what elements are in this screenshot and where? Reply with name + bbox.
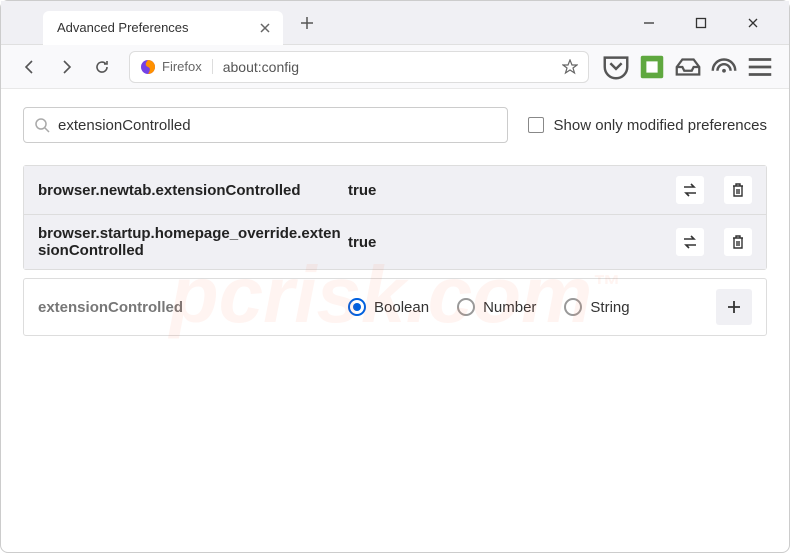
new-tab-button[interactable] — [293, 9, 321, 37]
preference-row: browser.newtab.extensionControlled true — [24, 166, 766, 214]
window-controls — [627, 9, 789, 37]
delete-button[interactable] — [724, 228, 752, 256]
radio-label: Boolean — [374, 299, 429, 316]
radio-boolean[interactable]: Boolean — [348, 298, 429, 316]
vpn-icon[interactable] — [709, 52, 739, 82]
page-content: Show only modified preferences browser.n… — [1, 89, 789, 354]
preference-row: browser.startup.homepage_override.extens… — [24, 214, 766, 269]
search-row: Show only modified preferences — [23, 107, 767, 143]
search-box[interactable] — [23, 107, 508, 143]
inbox-icon[interactable] — [673, 52, 703, 82]
firefox-icon — [140, 59, 156, 75]
toggle-button[interactable] — [676, 176, 704, 204]
checkbox-icon — [528, 117, 544, 133]
back-button[interactable] — [15, 52, 45, 82]
preference-value: true — [348, 182, 676, 199]
search-input[interactable] — [58, 117, 497, 134]
browser-toolbar: Firefox about:config — [1, 45, 789, 89]
radio-icon — [457, 298, 475, 316]
url-text: about:config — [213, 59, 562, 75]
radio-string[interactable]: String — [564, 298, 629, 316]
browser-tab[interactable]: Advanced Preferences — [43, 11, 283, 45]
add-preference-button[interactable] — [716, 289, 752, 325]
reload-button[interactable] — [87, 52, 117, 82]
bookmark-star-icon[interactable] — [562, 59, 578, 75]
delete-button[interactable] — [724, 176, 752, 204]
show-modified-checkbox[interactable]: Show only modified preferences — [528, 117, 767, 134]
preference-value: true — [348, 234, 676, 251]
checkbox-label: Show only modified preferences — [554, 117, 767, 134]
toggle-button[interactable] — [676, 228, 704, 256]
preference-name: browser.newtab.extensionControlled — [38, 182, 348, 199]
radio-number[interactable]: Number — [457, 298, 536, 316]
search-icon — [34, 117, 50, 133]
radio-label: String — [590, 299, 629, 316]
url-context: Firefox — [162, 59, 213, 74]
extension-icon[interactable] — [637, 52, 667, 82]
close-window-button[interactable] — [731, 9, 775, 37]
radio-icon — [348, 298, 366, 316]
pocket-icon[interactable] — [601, 52, 631, 82]
minimize-button[interactable] — [627, 9, 671, 37]
forward-button[interactable] — [51, 52, 81, 82]
titlebar: Advanced Preferences — [1, 1, 789, 45]
url-bar[interactable]: Firefox about:config — [129, 51, 589, 83]
preferences-table: browser.newtab.extensionControlled true … — [23, 165, 767, 270]
tab-title: Advanced Preferences — [57, 20, 257, 35]
new-preference-row: extensionControlled Boolean Number Strin… — [23, 278, 767, 336]
type-radio-group: Boolean Number String — [348, 298, 716, 316]
maximize-button[interactable] — [679, 9, 723, 37]
radio-icon — [564, 298, 582, 316]
close-tab-icon[interactable] — [257, 20, 273, 36]
new-preference-name: extensionControlled — [38, 299, 348, 316]
menu-button[interactable] — [745, 52, 775, 82]
radio-label: Number — [483, 299, 536, 316]
preference-name: browser.startup.homepage_override.extens… — [38, 225, 348, 259]
